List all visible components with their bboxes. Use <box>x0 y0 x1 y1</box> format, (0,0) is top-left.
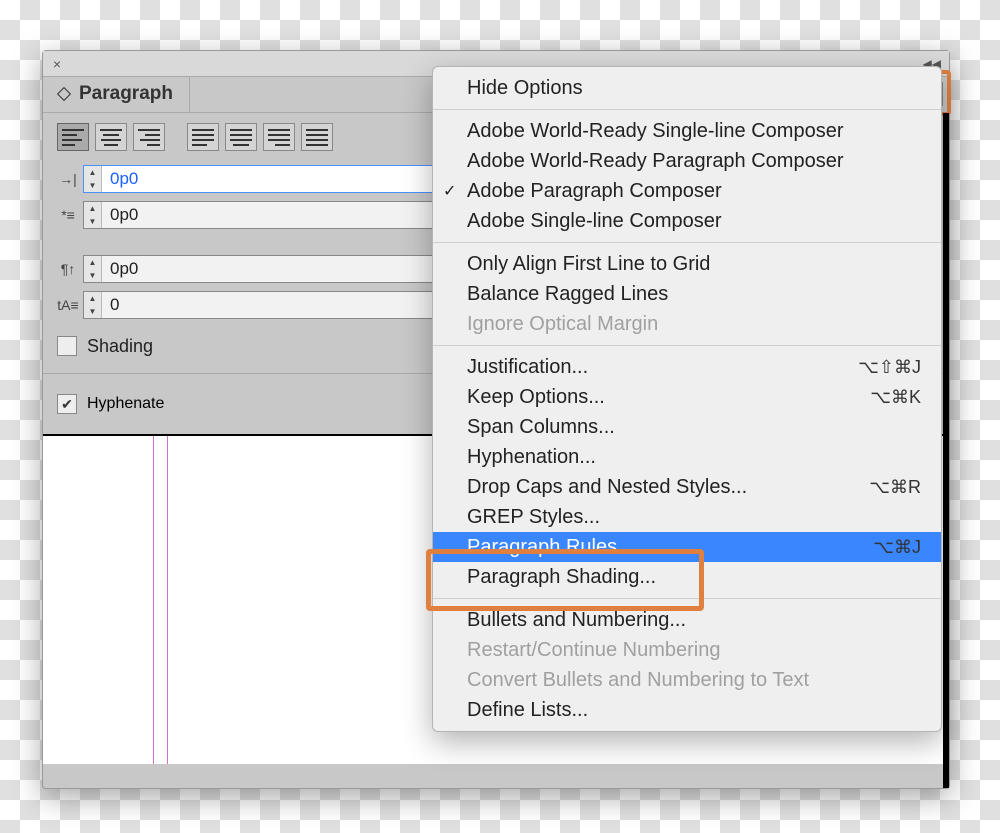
left-indent-icon: →| <box>57 168 79 190</box>
menu-item-label: Paragraph Shading... <box>467 566 656 589</box>
menu-item[interactable]: Adobe World-Ready Paragraph Composer <box>433 146 941 176</box>
menu-item-label: Paragraph Rules... <box>467 536 634 559</box>
menu-separator <box>433 109 941 110</box>
left-indent-stepper[interactable]: ▲▼ <box>83 165 487 193</box>
menu-item-label: Convert Bullets and Numbering to Text <box>467 669 809 692</box>
menu-item[interactable]: Paragraph Rules... ⌥⌘J <box>433 532 941 562</box>
hyphenate-checkbox[interactable]: ✔ <box>57 394 77 414</box>
align-left-button[interactable] <box>57 123 89 151</box>
menu-item-shortcut: ⌥⇧⌘J <box>858 357 921 378</box>
menu-separator <box>433 598 941 599</box>
menu-item-label: Adobe World-Ready Paragraph Composer <box>467 150 844 173</box>
left-indent-input[interactable] <box>102 166 486 192</box>
menu-item[interactable]: Only Align First Line to Grid <box>433 249 941 279</box>
justify-all-button[interactable] <box>301 123 333 151</box>
dropcap-lines-stepper[interactable]: ▲▼ <box>83 291 487 319</box>
space-before-icon: ¶↑ <box>57 258 79 280</box>
menu-item-shortcut: ⌥⌘J <box>873 537 921 558</box>
menu-separator <box>433 242 941 243</box>
space-before-input[interactable] <box>102 256 486 282</box>
menu-item: Restart/Continue Numbering <box>433 635 941 665</box>
menu-item-label: Restart/Continue Numbering <box>467 639 720 662</box>
first-line-indent-stepper[interactable]: ▲▼ <box>83 201 487 229</box>
menu-item-label: Span Columns... <box>467 416 615 439</box>
align-center-button[interactable] <box>95 123 127 151</box>
menu-item[interactable]: Hide Options <box>433 73 941 103</box>
menu-item-label: Only Align First Line to Grid <box>467 253 710 276</box>
menu-item: Ignore Optical Margin <box>433 309 941 339</box>
menu-item-label: Ignore Optical Margin <box>467 313 658 336</box>
menu-item-label: Hide Options <box>467 77 583 100</box>
check-icon: ✓ <box>443 181 456 201</box>
guide-line <box>167 436 168 764</box>
menu-separator <box>433 345 941 346</box>
close-icon[interactable]: × <box>49 56 65 72</box>
menu-item[interactable]: Paragraph Shading... <box>433 562 941 592</box>
dropcap-lines-icon: tA≡ <box>57 294 79 316</box>
first-line-indent-icon: *≡ <box>57 204 79 226</box>
tab-paragraph[interactable]: Paragraph <box>43 76 190 112</box>
shading-label: Shading <box>87 336 153 357</box>
menu-item[interactable]: Define Lists... <box>433 695 941 725</box>
justify-right-button[interactable] <box>263 123 295 151</box>
first-line-indent-input[interactable] <box>102 202 486 228</box>
tab-label: Paragraph <box>79 83 173 105</box>
space-before-stepper[interactable]: ▲▼ <box>83 255 487 283</box>
menu-item[interactable]: Bullets and Numbering... <box>433 605 941 635</box>
panel-badge-icon <box>57 87 71 101</box>
menu-item-label: Adobe World-Ready Single-line Composer <box>467 120 843 143</box>
menu-item[interactable]: Balance Ragged Lines <box>433 279 941 309</box>
menu-item: Convert Bullets and Numbering to Text <box>433 665 941 695</box>
menu-item[interactable]: Adobe World-Ready Single-line Composer <box>433 116 941 146</box>
menu-item[interactable]: Hyphenation... <box>433 442 941 472</box>
justify-center-button[interactable] <box>225 123 257 151</box>
shading-checkbox[interactable] <box>57 336 77 356</box>
menu-item[interactable]: Span Columns... <box>433 412 941 442</box>
menu-item-label: Define Lists... <box>467 699 588 722</box>
menu-item-label: Balance Ragged Lines <box>467 283 668 306</box>
menu-item[interactable]: GREP Styles... <box>433 502 941 532</box>
menu-item-label: Keep Options... <box>467 386 605 409</box>
menu-item-label: Adobe Paragraph Composer <box>467 180 722 203</box>
menu-item-label: Justification... <box>467 356 588 379</box>
window-right-edge <box>943 113 949 788</box>
menu-item-label: Adobe Single-line Composer <box>467 210 722 233</box>
align-right-button[interactable] <box>133 123 165 151</box>
panel-flyout-menu: Hide Options Adobe World-Ready Single-lin… <box>432 66 942 732</box>
menu-item[interactable]: Justification... ⌥⇧⌘J <box>433 352 941 382</box>
hyphenate-label: Hyphenate <box>87 395 164 413</box>
justify-left-button[interactable] <box>187 123 219 151</box>
menu-item[interactable]: Drop Caps and Nested Styles... ⌥⌘R <box>433 472 941 502</box>
menu-item-label: GREP Styles... <box>467 506 600 529</box>
guide-line <box>153 436 154 764</box>
menu-item[interactable]: Keep Options... ⌥⌘K <box>433 382 941 412</box>
menu-item-shortcut: ⌥⌘K <box>870 387 921 408</box>
menu-item-label: Hyphenation... <box>467 446 596 469</box>
menu-item-label: Bullets and Numbering... <box>467 609 686 632</box>
dropcap-lines-input[interactable] <box>102 292 486 318</box>
menu-item[interactable]: ✓ Adobe Paragraph Composer <box>433 176 941 206</box>
menu-item-label: Drop Caps and Nested Styles... <box>467 476 747 499</box>
menu-item-shortcut: ⌥⌘R <box>869 477 921 498</box>
menu-item[interactable]: Adobe Single-line Composer <box>433 206 941 236</box>
